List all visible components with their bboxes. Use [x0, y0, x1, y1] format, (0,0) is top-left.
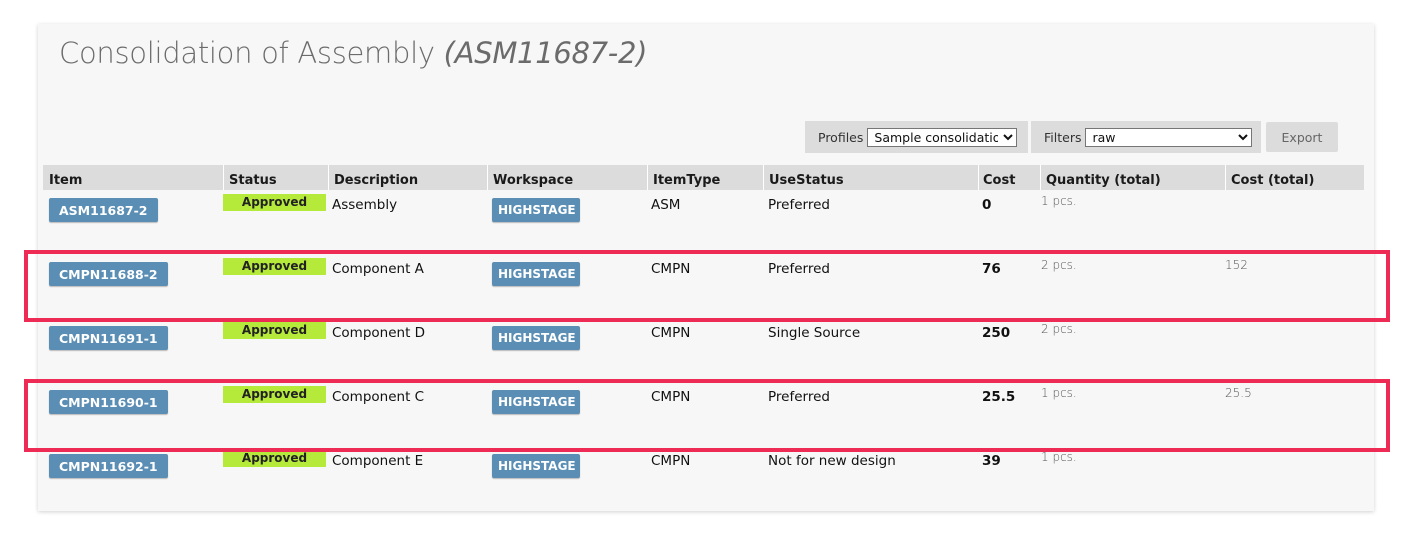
cost-cell: 39 — [982, 453, 1001, 469]
quantity-cell: 2 pcs. — [1041, 322, 1077, 336]
column-header-cost[interactable]: Cost — [978, 165, 1040, 190]
page-title: Consolidation of Assembly (ASM11687-2) — [59, 36, 647, 70]
item-link-button[interactable]: CMPN11691-1 — [49, 326, 168, 350]
column-header-status[interactable]: Status — [223, 165, 328, 190]
workspace-button[interactable]: HIGHSTAGE — [492, 326, 580, 350]
cost-total-cell: 25.5 — [1225, 386, 1252, 400]
quantity-cell: 1 pcs. — [1041, 194, 1077, 208]
column-header-itemtype[interactable]: ItemType — [647, 165, 763, 190]
description-cell: Component D — [332, 325, 426, 341]
description-cell: Component A — [332, 261, 424, 277]
status-badge: Approved — [223, 322, 326, 339]
quantity-cell: 1 pcs. — [1041, 450, 1077, 464]
filters-control: Filters raw — [1031, 121, 1261, 153]
column-header-usestatus[interactable]: UseStatus — [763, 165, 978, 190]
filters-select[interactable]: raw — [1085, 127, 1253, 147]
itemtype-cell: CMPN — [651, 453, 691, 469]
column-header-cost-total[interactable]: Cost (total) — [1225, 165, 1364, 190]
item-link-button[interactable]: ASM11687-2 — [49, 198, 158, 222]
profiles-label: Profiles — [818, 129, 864, 145]
filters-label: Filters — [1044, 129, 1082, 145]
status-badge: Approved — [223, 450, 326, 467]
quantity-cell: 1 pcs. — [1041, 386, 1077, 400]
cost-cell: 25.5 — [982, 389, 1016, 405]
description-cell: Assembly — [332, 197, 398, 213]
description-cell: Component E — [332, 453, 424, 469]
itemtype-cell: CMPN — [651, 261, 691, 277]
workspace-button[interactable]: HIGHSTAGE — [492, 262, 580, 286]
usestatus-cell: Preferred — [768, 197, 830, 213]
page-title-assembly-id: (ASM11687-2) — [443, 36, 648, 70]
description-cell: Component C — [332, 389, 425, 405]
item-link-button[interactable]: CMPN11690-1 — [49, 390, 168, 414]
item-link-button[interactable]: CMPN11688-2 — [49, 262, 168, 286]
itemtype-cell: CMPN — [651, 389, 691, 405]
workspace-button[interactable]: HIGHSTAGE — [492, 198, 580, 222]
profiles-select[interactable]: Sample consolidation — [867, 127, 1018, 147]
usestatus-cell: Preferred — [768, 389, 830, 405]
column-header-workspace[interactable]: Workspace — [487, 165, 647, 190]
quantity-cell: 2 pcs. — [1041, 258, 1077, 272]
page-title-main: Consolidation of Assembly — [59, 36, 435, 70]
cost-cell: 0 — [982, 197, 992, 213]
column-header-quantity-total[interactable]: Quantity (total) — [1040, 165, 1225, 190]
cost-cell: 250 — [982, 325, 1011, 341]
status-badge: Approved — [223, 258, 326, 275]
workspace-button[interactable]: HIGHSTAGE — [492, 390, 580, 414]
cost-cell: 76 — [982, 261, 1001, 277]
export-button[interactable]: Export — [1266, 122, 1338, 152]
usestatus-cell: Not for new design — [768, 453, 896, 469]
item-link-button[interactable]: CMPN11692-1 — [49, 454, 168, 478]
table-header: Item Status Description Workspace ItemTy… — [43, 165, 1364, 190]
workspace-button[interactable]: HIGHSTAGE — [492, 454, 580, 478]
column-header-item[interactable]: Item — [43, 165, 223, 190]
itemtype-cell: ASM — [651, 197, 681, 213]
itemtype-cell: CMPN — [651, 325, 691, 341]
profiles-control: Profiles Sample consolidation — [805, 121, 1028, 153]
status-badge: Approved — [223, 386, 326, 403]
cost-total-cell: 152 — [1225, 258, 1248, 272]
status-badge: Approved — [223, 194, 326, 211]
usestatus-cell: Preferred — [768, 261, 830, 277]
usestatus-cell: Single Source — [768, 325, 861, 341]
column-header-description[interactable]: Description — [328, 165, 487, 190]
